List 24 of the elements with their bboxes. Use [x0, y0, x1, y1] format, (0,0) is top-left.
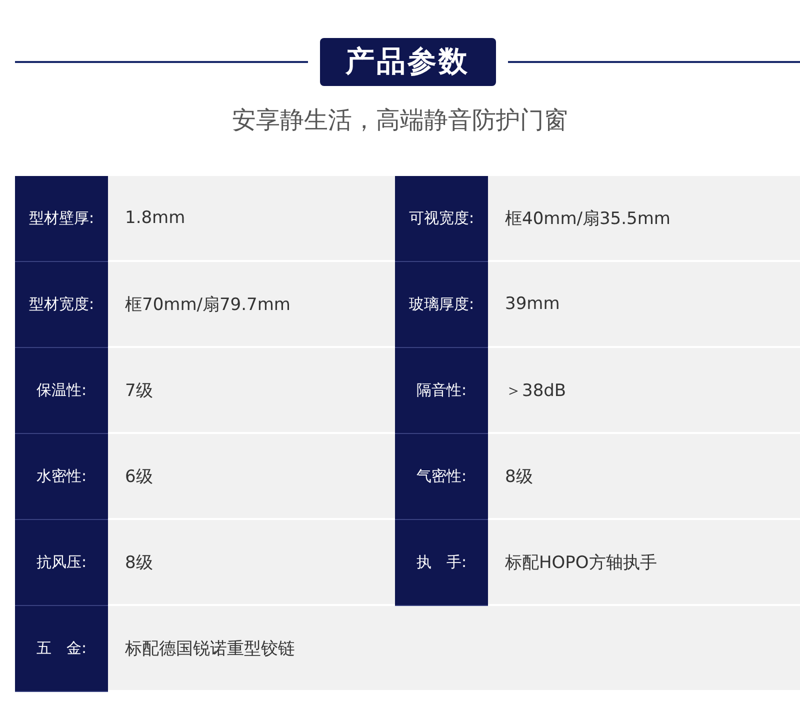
spec-label: 型材壁厚:	[15, 176, 108, 262]
subtitle: 安享静生活，高端静音防护门窗	[231, 105, 569, 136]
spec-label: 五 金:	[15, 606, 108, 692]
spec-value: 框40mm/扇35.5mm	[488, 176, 800, 262]
spec-label: 气密性:	[395, 434, 488, 520]
spec-value: 标配德国锐诺重型铰链	[108, 606, 800, 692]
spec-value: 7级	[108, 348, 395, 434]
spec-value: 8级	[108, 520, 395, 606]
spec-label: 隔音性:	[395, 348, 488, 434]
spec-value: ＞38dB	[488, 348, 800, 434]
spec-label: 抗风压:	[15, 520, 108, 606]
spec-value: 1.8mm	[108, 176, 395, 262]
spec-label: 玻璃厚度:	[395, 262, 488, 348]
spec-label: 执 手:	[395, 520, 488, 606]
spec-label: 保温性:	[15, 348, 108, 434]
spec-value: 6级	[108, 434, 395, 520]
spec-label: 可视宽度:	[395, 176, 488, 262]
spec-label: 型材宽度:	[15, 262, 108, 348]
spec-value: 标配HOPO方轴执手	[488, 520, 800, 606]
spec-label: 水密性:	[15, 434, 108, 520]
spec-value: 39mm	[488, 262, 800, 348]
section-title: 产品参数	[320, 38, 496, 86]
spec-value: 框70mm/扇79.7mm	[108, 262, 395, 348]
spec-value: 8级	[488, 434, 800, 520]
